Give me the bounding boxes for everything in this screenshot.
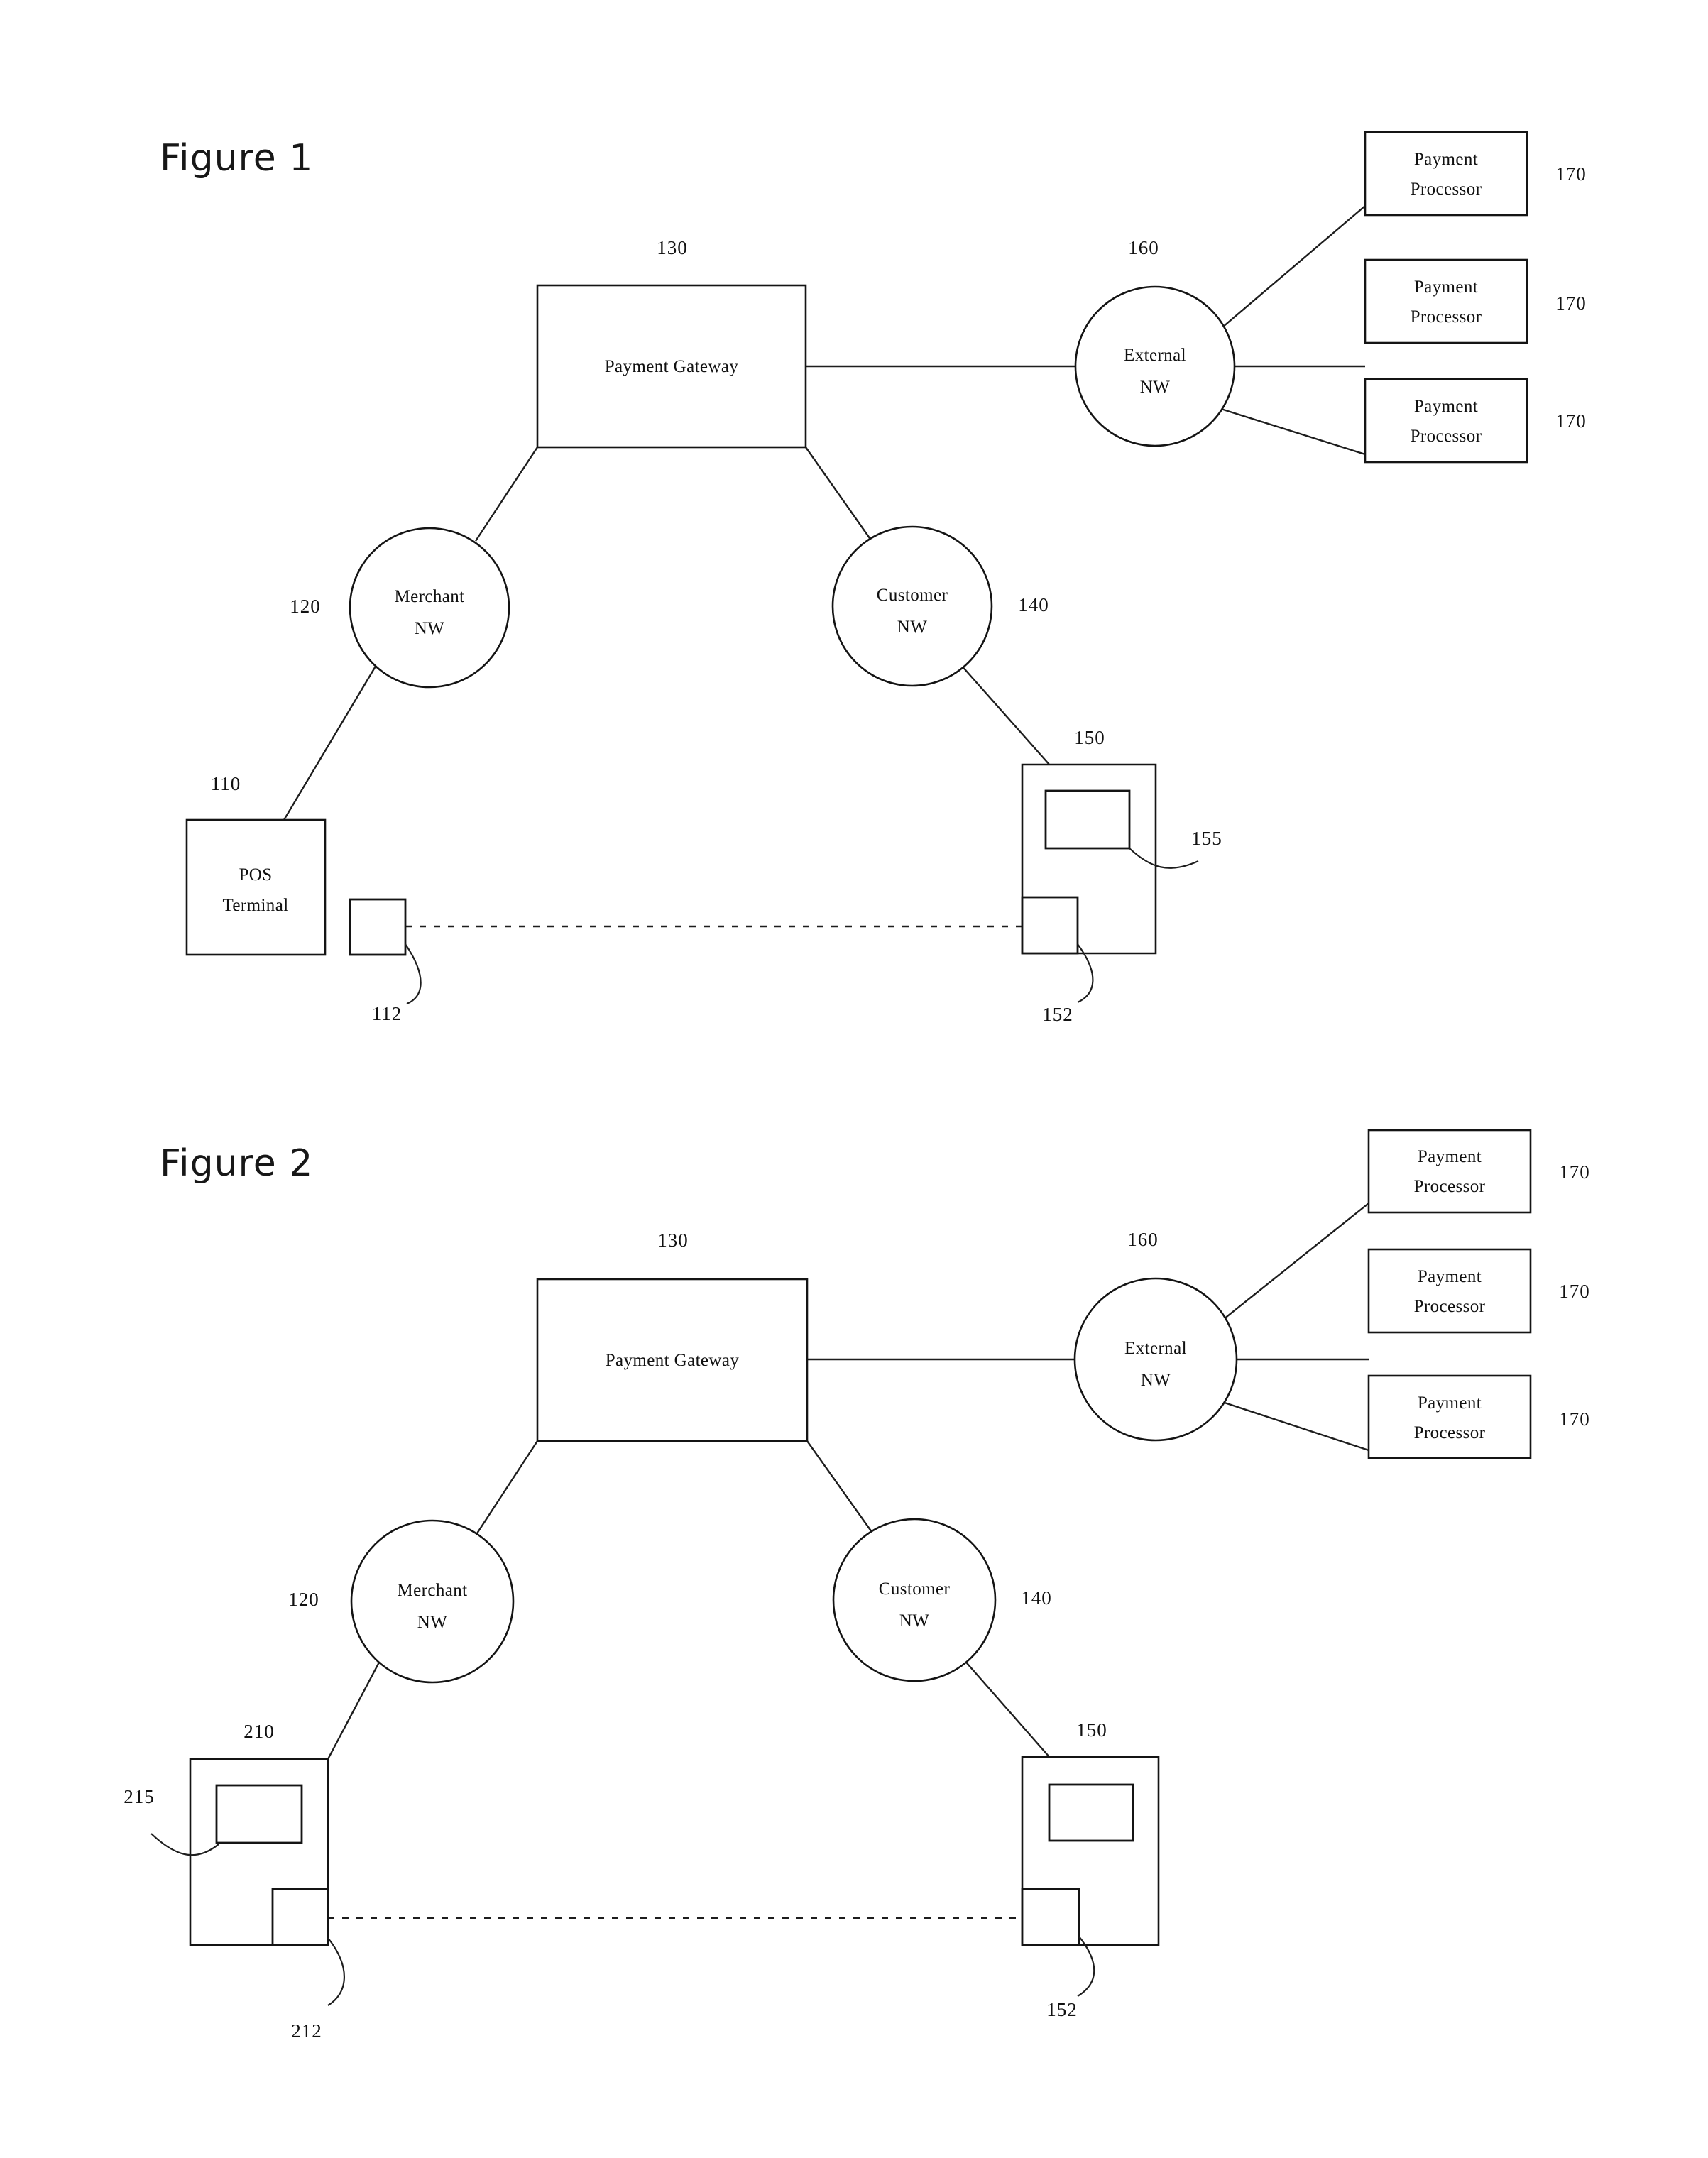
fig2-merchant-nw-label-line1: Merchant	[398, 1581, 468, 1600]
fig2-edge-gateway-to-customer-nw	[806, 1440, 872, 1533]
ref-212: 212	[291, 2020, 322, 2042]
external-nw-label-line2: NW	[1140, 378, 1170, 397]
fig2-ref-152: 152	[1046, 1999, 1078, 2020]
fig2-payment-processor-1-label-line2: Processor	[1414, 1177, 1486, 1196]
ref-112: 112	[372, 1003, 403, 1024]
payment-processor-1-label-line1: Payment	[1414, 150, 1478, 169]
pos-terminal-box	[185, 818, 327, 956]
fig2-customer-device-reader	[1021, 1888, 1080, 1946]
edge-external-nw-to-processor-3	[1220, 407, 1366, 456]
payment-gateway-label: Payment Gateway	[605, 357, 739, 376]
fig2-external-nw-label-line2: NW	[1141, 1371, 1171, 1390]
patent-drawing-sheet: Figure 1 Payment Gateway 130 External NW…	[0, 0, 1708, 2158]
figure-2-title: Figure 2	[160, 1142, 313, 1185]
figure-2-group: Figure 2 Payment Gateway 130 External NW…	[124, 1129, 1590, 2042]
edge-customer-nw-to-mobile-device	[960, 664, 1051, 766]
ref-160: 160	[1128, 237, 1159, 258]
ref-110: 110	[211, 773, 241, 794]
fig2-customer-nw-label-line2: NW	[899, 1611, 929, 1631]
external-nw-circle	[1074, 285, 1236, 447]
pos-terminal-label-line1: POS	[239, 865, 272, 884]
fig2-customer-device-screen	[1048, 1783, 1134, 1842]
merchant-nw-label-line2: NW	[415, 619, 444, 638]
fig2-ref-160: 160	[1127, 1229, 1159, 1250]
external-nw-label-line1: External	[1124, 346, 1186, 365]
merchant-device-reader	[271, 1888, 329, 1946]
fig2-edge-customer-nw-to-customer-device	[962, 1658, 1051, 1758]
fig2-payment-gateway-label: Payment Gateway	[606, 1351, 740, 1370]
payment-processor-3-label-line2: Processor	[1411, 427, 1482, 446]
edge-gateway-to-merchant-nw	[474, 447, 539, 542]
leader-112	[405, 943, 422, 1005]
customer-nw-label-line1: Customer	[877, 586, 948, 605]
ref-170-2: 170	[1555, 292, 1587, 314]
ref-152: 152	[1042, 1004, 1073, 1025]
edge-merchant-nw-to-pos-terminal	[283, 664, 378, 821]
pos-terminal-label-line2: Terminal	[222, 896, 288, 915]
fig2-payment-processor-1-label-line1: Payment	[1418, 1147, 1482, 1166]
mobile-device-screen	[1044, 789, 1131, 850]
payment-processor-box-2	[1364, 258, 1528, 344]
fig2-ref-170-1: 170	[1559, 1161, 1590, 1183]
payment-processor-2-label-line1: Payment	[1414, 278, 1478, 297]
fig2-external-nw-circle	[1073, 1277, 1238, 1442]
payment-processor-box-3	[1364, 378, 1528, 464]
fig2-customer-nw-circle	[832, 1518, 997, 1682]
leader-212	[327, 1937, 345, 2006]
fig2-payment-processor-box-2	[1367, 1248, 1532, 1334]
ref-120: 120	[290, 596, 321, 617]
fig2-edge-merchant-nw-to-merchant-device	[327, 1659, 382, 1760]
fig2-payment-processor-3-label-line2: Processor	[1414, 1423, 1486, 1442]
fig2-payment-processor-2-label-line1: Payment	[1418, 1267, 1482, 1286]
ref-155: 155	[1191, 828, 1222, 849]
fig2-payment-processor-box-3	[1367, 1374, 1532, 1459]
fig2-ref-170-2: 170	[1559, 1281, 1590, 1302]
fig2-edge-external-nw-to-processor-3	[1222, 1401, 1369, 1452]
ref-215: 215	[124, 1786, 155, 1807]
fig2-ref-130: 130	[657, 1229, 689, 1251]
fig2-payment-processor-3-label-line1: Payment	[1418, 1393, 1482, 1413]
payment-processor-box-1	[1364, 131, 1528, 217]
fig2-merchant-nw-label-line2: NW	[417, 1613, 447, 1632]
ref-140: 140	[1018, 594, 1049, 615]
edge-external-nw-to-processor-1	[1222, 205, 1366, 328]
fig2-ref-150: 150	[1076, 1719, 1107, 1741]
merchant-nw-label-line1: Merchant	[395, 587, 465, 606]
figure-1-title: Figure 1	[160, 137, 313, 180]
edge-gateway-to-customer-nw	[805, 447, 870, 539]
ref-150: 150	[1074, 727, 1105, 748]
payment-processor-3-label-line1: Payment	[1414, 397, 1478, 416]
fig2-ref-120: 120	[288, 1589, 319, 1610]
fig2-merchant-nw-circle	[350, 1519, 515, 1684]
fig2-ref-170-3: 170	[1559, 1408, 1590, 1430]
payment-processor-1-label-line2: Processor	[1411, 180, 1482, 199]
fig2-customer-nw-label-line1: Customer	[879, 1579, 951, 1599]
fig2-payment-processor-2-label-line2: Processor	[1414, 1297, 1486, 1316]
ref-170-3: 170	[1555, 410, 1587, 432]
figures-canvas: Figure 1 Payment Gateway 130 External NW…	[124, 131, 1590, 2042]
mobile-device-reader	[1021, 896, 1079, 955]
fig2-edge-gateway-to-merchant-nw	[476, 1440, 539, 1534]
merchant-device-screen	[215, 1784, 303, 1844]
fig2-payment-processor-box-1	[1367, 1129, 1532, 1214]
payment-processor-2-label-line2: Processor	[1411, 307, 1482, 327]
ref-170-1: 170	[1555, 163, 1587, 185]
fig2-edge-external-nw-to-processor-1	[1223, 1203, 1369, 1320]
fig2-external-nw-label-line1: External	[1124, 1339, 1187, 1358]
customer-nw-label-line2: NW	[897, 618, 927, 637]
fig2-ref-140: 140	[1021, 1587, 1052, 1609]
pos-reader-box	[349, 898, 407, 956]
ref-210: 210	[243, 1721, 275, 1742]
ref-130: 130	[657, 237, 688, 258]
figure-1-group: Figure 1 Payment Gateway 130 External NW…	[160, 131, 1587, 1025]
merchant-nw-circle	[349, 527, 510, 689]
customer-nw-circle	[831, 525, 993, 687]
